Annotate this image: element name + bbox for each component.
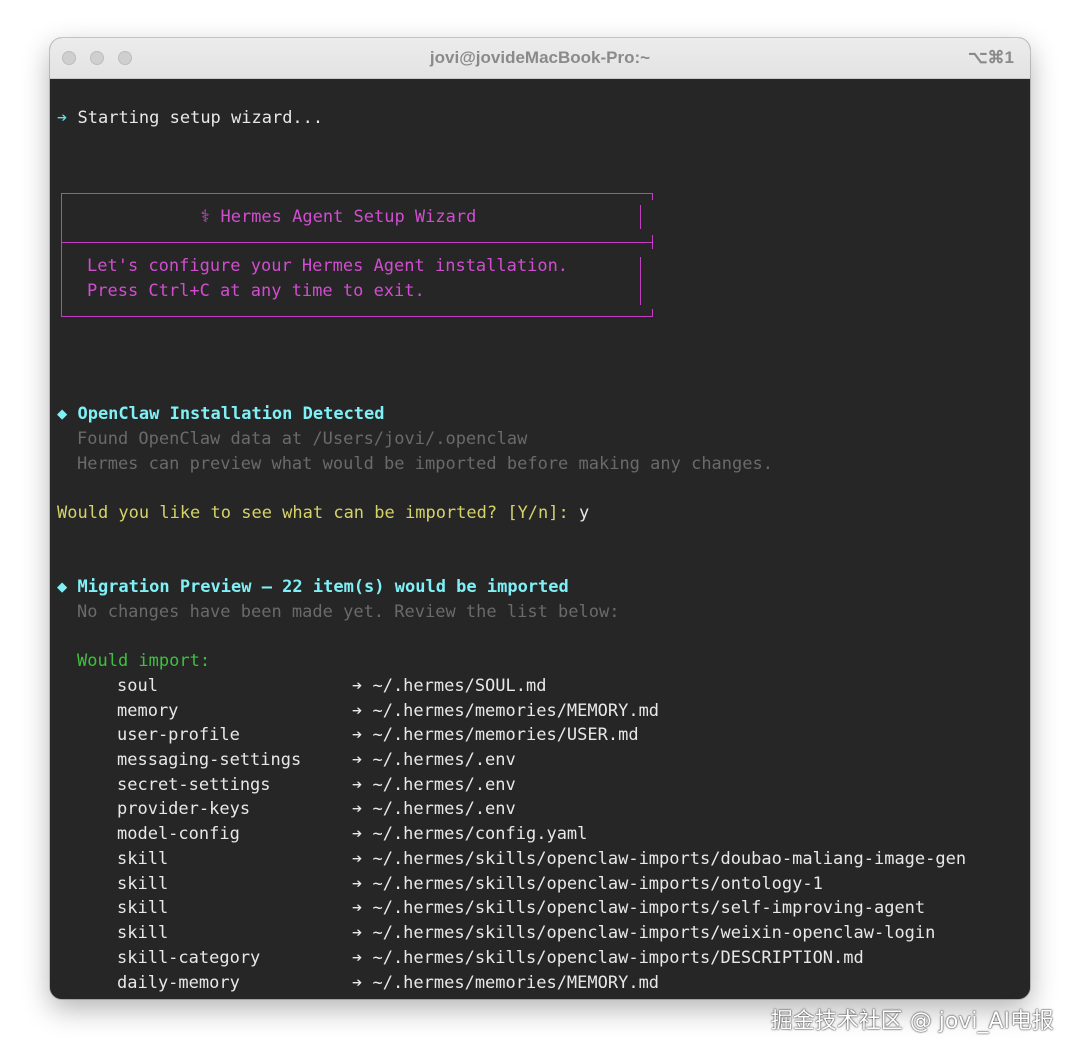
starting-text: Starting setup wizard... <box>77 108 324 128</box>
import-prompt: Would you like to see what can be import… <box>57 502 589 524</box>
list-item: daily-memory ➔ ~/.hermes/memories/MEMORY.… <box>117 972 659 994</box>
item-name: memory <box>117 701 179 721</box>
item-name: model-config <box>117 824 240 844</box>
box-divider <box>61 242 653 243</box>
item-name: provider-keys <box>117 799 251 819</box>
item-target: ➔ ~/.hermes/.env <box>352 799 516 819</box>
list-item: skill ➔ ~/.hermes/skills/openclaw-imports… <box>117 873 823 895</box>
would-import-label: Would import: <box>77 651 211 671</box>
item-name: skill <box>117 923 169 943</box>
item-name: messaging-settings <box>117 750 302 770</box>
window-title: jovi@jovideMacBook-Pro:~ <box>429 48 651 67</box>
terminal-window: jovi@jovideMacBook-Pro:~ ⌥⌘1 ➔ Starting … <box>50 38 1030 999</box>
box-right-border-body <box>640 257 641 305</box>
list-item: provider-keys ➔ ~/.hermes/.env <box>117 798 516 820</box>
item-target: ➔ ~/.hermes/skills/openclaw-imports/DESC… <box>352 948 864 968</box>
item-target: ➔ ~/.hermes/skills/openclaw-imports/self… <box>352 898 926 918</box>
list-item: memory ➔ ~/.hermes/memories/MEMORY.md <box>117 700 659 722</box>
list-item: user-profile ➔ ~/.hermes/memories/USER.md <box>117 724 639 746</box>
wizard-line-2: Press Ctrl+C at any time to exit. <box>87 281 425 301</box>
watermark: 掘金技术社区 @ jovi_AI电报 <box>770 1009 1054 1034</box>
list-item: skill ➔ ~/.hermes/skills/openclaw-imports… <box>117 922 935 944</box>
starting-line: ➔ Starting setup wizard... <box>57 107 323 129</box>
prompt-answer: y <box>579 503 590 523</box>
item-name: skill <box>117 898 169 918</box>
list-item: soul ➔ ~/.hermes/SOUL.md <box>117 675 546 697</box>
list-item: skill-category ➔ ~/.hermes/skills/opencla… <box>117 947 864 969</box>
item-target: ➔ ~/.hermes/skills/openclaw-imports/onto… <box>352 874 823 894</box>
item-target: ➔ ~/.hermes/memories/MEMORY.md <box>352 701 660 721</box>
item-name: soul <box>117 676 158 696</box>
arrow-icon: ➔ <box>57 108 68 128</box>
migration-heading: ◆ Migration Preview — 22 item(s) would b… <box>57 577 569 597</box>
list-item: skill ➔ ~/.hermes/skills/openclaw-imports… <box>117 897 925 919</box>
item-target: ➔ ~/.hermes/.env <box>352 750 516 770</box>
list-item: skill ➔ ~/.hermes/skills/openclaw-imports… <box>117 848 966 870</box>
openclaw-found: Found OpenClaw data at /Users/jovi/.open… <box>77 429 528 449</box>
item-name: secret-settings <box>117 775 271 795</box>
box-top-border <box>61 193 653 194</box>
prompt-question: Would you like to see what can be import… <box>57 503 569 523</box>
box-right-tick-mid <box>652 235 653 249</box>
box-right-border-title <box>640 205 641 229</box>
item-target: ➔ ~/.hermes/memories/USER.md <box>352 725 639 745</box>
box-right-tick-top <box>652 193 653 200</box>
item-name: user-profile <box>117 725 240 745</box>
item-target: ➔ ~/.hermes/skills/openclaw-imports/doub… <box>352 849 967 869</box>
wizard-title: ⚕ Hermes Agent Setup Wizard <box>200 207 477 227</box>
item-target: ➔ ~/.hermes/.env <box>352 775 516 795</box>
title-bar[interactable]: jovi@jovideMacBook-Pro:~ ⌥⌘1 <box>50 38 1030 79</box>
box-bottom-border <box>61 316 653 317</box>
terminal-output[interactable]: ➔ Starting setup wizard... ⚕ Hermes Agen… <box>50 79 1030 999</box>
list-item: model-config ➔ ~/.hermes/config.yaml <box>117 823 587 845</box>
item-target: ➔ ~/.hermes/SOUL.md <box>352 676 547 696</box>
item-target: ➔ ~/.hermes/memories/MEMORY.md <box>352 973 660 993</box>
item-target: ➔ ~/.hermes/skills/openclaw-imports/weix… <box>352 923 936 943</box>
wizard-line-1: Let's configure your Hermes Agent instal… <box>87 256 569 276</box>
item-name: skill-category <box>117 948 261 968</box>
migration-note: No changes have been made yet. Review th… <box>77 602 620 622</box>
list-item: secret-settings ➔ ~/.hermes/.env <box>117 774 516 796</box>
list-item: messaging-settings ➔ ~/.hermes/.env <box>117 749 516 771</box>
item-name: daily-memory <box>117 973 240 993</box>
item-name: skill <box>117 849 169 869</box>
box-left-border <box>61 193 62 317</box>
item-target: ➔ ~/.hermes/config.yaml <box>352 824 588 844</box>
window-shortcut: ⌥⌘1 <box>967 48 1014 67</box>
openclaw-heading: ◆ OpenClaw Installation Detected <box>57 404 385 424</box>
item-name: skill <box>117 874 169 894</box>
box-right-tick-bottom <box>652 309 653 317</box>
openclaw-preview-note: Hermes can preview what would be importe… <box>77 454 773 474</box>
